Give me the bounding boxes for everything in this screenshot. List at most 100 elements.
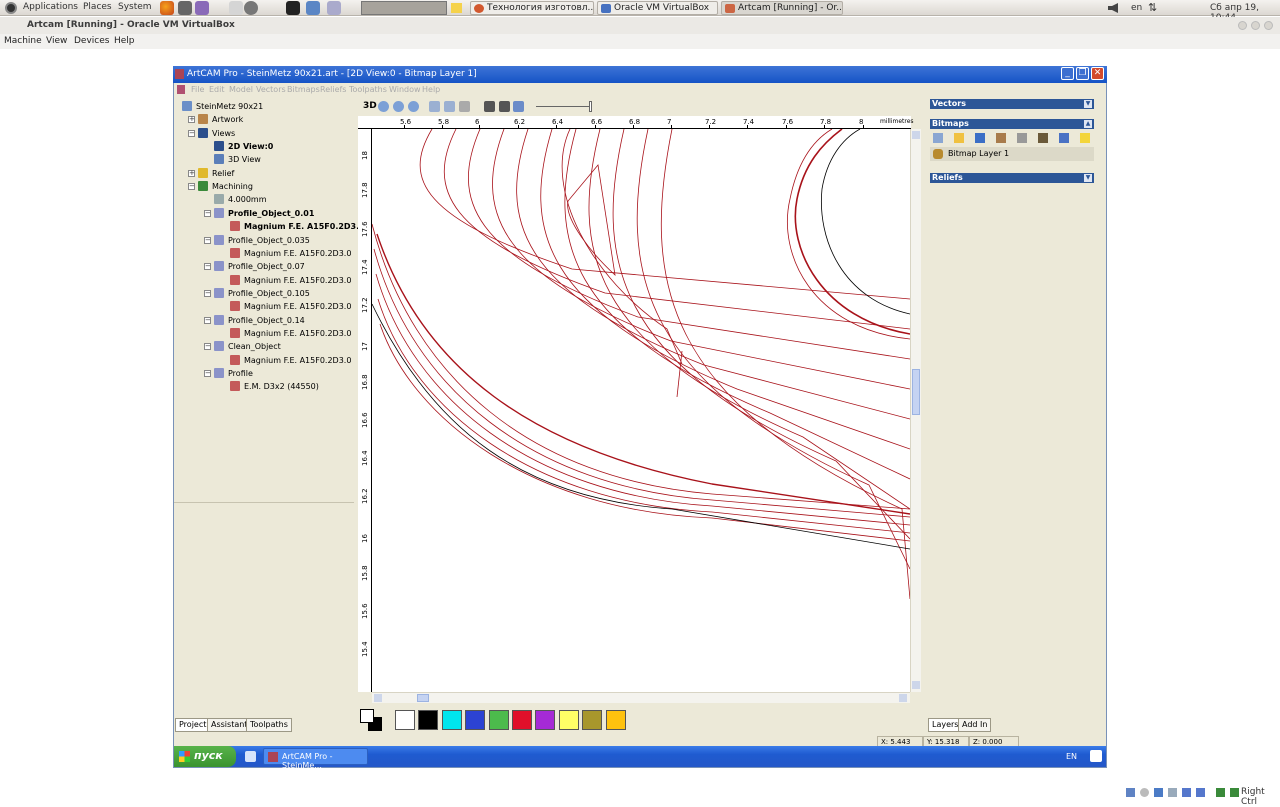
reliefs-panel-header[interactable]: Reliefs ▼ [930, 173, 1094, 183]
view-slider[interactable] [536, 106, 592, 107]
new-layer-icon[interactable] [933, 133, 943, 143]
zoom-out-icon[interactable] [393, 101, 404, 112]
guest-tray-icon[interactable] [1090, 750, 1102, 762]
network-adapter-icon[interactable] [1216, 788, 1225, 797]
collapse-icon[interactable]: − [204, 370, 211, 377]
firefox-icon[interactable] [160, 1, 174, 15]
tree-item[interactable]: Machining [198, 181, 253, 192]
tree-item[interactable]: Profile_Object_0.035 [214, 234, 310, 246]
maximize-icon[interactable] [1251, 21, 1260, 30]
select-icon[interactable] [499, 101, 510, 112]
bitmap-tools-icon[interactable] [1038, 133, 1048, 143]
task-browser[interactable]: Технология изготовл... [470, 1, 594, 15]
hdd-icon[interactable] [1126, 788, 1135, 797]
hscroll-left-arrow[interactable] [374, 694, 382, 702]
tree-item[interactable]: SteinMetz 90x21 [182, 101, 263, 112]
collapse-reliefs-icon[interactable]: ▼ [1084, 174, 1092, 182]
tools-icon[interactable] [327, 1, 341, 15]
tree-item[interactable]: Magnium F.E. A15F0.2D3.0 [230, 274, 351, 286]
menu-machine[interactable]: Machine [4, 36, 42, 46]
tree-item[interactable]: E.M. D3x2 (44550) [230, 381, 319, 392]
tree-item[interactable]: Profile_Object_0.105 [214, 287, 310, 299]
network-status-icon[interactable]: ⇅ [1148, 1, 1157, 14]
tree-item[interactable]: Clean_Object [214, 341, 281, 352]
quicklaunch-icon[interactable] [245, 751, 256, 762]
collapse-icon[interactable]: − [204, 209, 211, 217]
edit-icon[interactable] [229, 1, 243, 15]
palette-swatch[interactable] [535, 710, 556, 730]
tree-item[interactable]: Magnium F.E. A15F0.2D3.0 [230, 327, 351, 339]
drawing-canvas[interactable] [372, 129, 910, 692]
collapse-icon[interactable]: − [204, 236, 211, 244]
primary-secondary-colour[interactable] [360, 709, 382, 731]
ac-menu-reliefs[interactable]: Reliefs [320, 85, 346, 94]
guest-lang[interactable]: EN [1066, 752, 1077, 761]
palette-swatch[interactable] [605, 710, 626, 730]
tab-assistant[interactable]: Assistant [207, 718, 252, 732]
palette-swatch[interactable] [395, 710, 415, 730]
layer-properties-icon[interactable] [1017, 133, 1027, 143]
palette-swatch[interactable] [512, 710, 532, 730]
shared-folder-icon[interactable] [1168, 788, 1177, 797]
usb-icon[interactable] [1154, 788, 1163, 797]
palette-swatch[interactable] [441, 710, 462, 730]
tree-item[interactable]: Magnium F.E. A15F0.2D3.0 [230, 247, 351, 259]
collapse-icon[interactable]: − [188, 183, 195, 191]
tree-item[interactable]: 4.000mm [214, 194, 267, 205]
bitmaps-panel-header[interactable]: Bitmaps ▲ [930, 119, 1094, 129]
collapse-icon[interactable]: − [204, 343, 211, 351]
bitmap-layer-row[interactable]: Bitmap Layer 1 [930, 147, 1094, 161]
tree-item[interactable]: Magnium F.E. A15F0.2D3.0 [230, 354, 351, 366]
zoom-all-icon[interactable] [429, 101, 440, 112]
tree-item[interactable]: Relief [198, 167, 234, 179]
hscroll-thumb[interactable] [417, 694, 429, 702]
ac-menu-file[interactable]: File [191, 85, 204, 94]
undo-view-icon[interactable] [513, 101, 524, 112]
zoom-in-icon[interactable] [378, 101, 389, 112]
tab-project[interactable]: Project [175, 718, 211, 732]
delete-layer-icon[interactable] [1059, 133, 1069, 143]
zoom-box-icon[interactable] [408, 101, 419, 112]
tree-item[interactable]: Magnium F.E. A15F0.2D3.0 [230, 221, 365, 232]
collapse-bitmaps-icon[interactable]: ▲ [1084, 120, 1092, 128]
tree-item[interactable]: 3D View [214, 154, 261, 165]
collapse-icon[interactable]: − [188, 129, 195, 137]
ac-menu-model[interactable]: Model [229, 85, 253, 94]
display-icon[interactable] [1182, 788, 1191, 797]
artcam-restore-button[interactable]: ❐ [1076, 67, 1089, 80]
vertical-scrollbar[interactable] [910, 129, 921, 692]
tree-item[interactable]: Magnium F.E. A15F0.2D3.0 [230, 301, 351, 312]
taskbar-artcam[interactable]: ArtCAM Pro - SteinMe... [263, 748, 368, 770]
tree-item[interactable]: Profile_Object_0.14 [214, 314, 305, 326]
ac-menu-edit[interactable]: Edit [209, 85, 225, 94]
layer-visibility-icon[interactable] [933, 149, 943, 159]
task-artcam-vm[interactable]: Artcam [Running] - Or... [721, 1, 843, 15]
start-button[interactable]: пуск [174, 746, 236, 767]
menu-help[interactable]: Help [114, 36, 135, 46]
tree-item[interactable]: Artwork [198, 114, 243, 125]
system-menu[interactable]: System [118, 2, 152, 12]
palette-swatch[interactable] [488, 710, 509, 730]
zoom-previous-icon[interactable] [459, 101, 470, 112]
menu-devices[interactable]: Devices [74, 36, 109, 46]
horizontal-scrollbar[interactable] [372, 692, 910, 703]
terminal-icon[interactable] [286, 1, 300, 15]
screenshot-icon[interactable] [306, 1, 320, 15]
close-icon[interactable] [1264, 21, 1273, 30]
light-icon[interactable] [1080, 133, 1090, 143]
paste-layer-icon[interactable] [996, 133, 1006, 143]
collapse-icon[interactable]: − [204, 316, 211, 324]
pidgin-icon[interactable] [195, 1, 209, 15]
vectors-panel-header[interactable]: Vectors ▼ [930, 99, 1094, 109]
expand-icon[interactable]: + [188, 169, 195, 177]
palette-swatch[interactable] [465, 710, 486, 730]
palette-swatch[interactable] [582, 710, 603, 730]
tab-add-in[interactable]: Add In [958, 718, 992, 732]
tree-item[interactable]: Views [198, 127, 235, 139]
network-icon[interactable] [178, 1, 192, 15]
palette-swatch[interactable] [558, 710, 579, 730]
tree-item[interactable]: 2D View:0 [214, 141, 273, 152]
workspace-switcher[interactable] [361, 1, 447, 15]
palette-swatch[interactable] [418, 710, 439, 730]
vbox-launch-icon[interactable] [244, 1, 258, 15]
